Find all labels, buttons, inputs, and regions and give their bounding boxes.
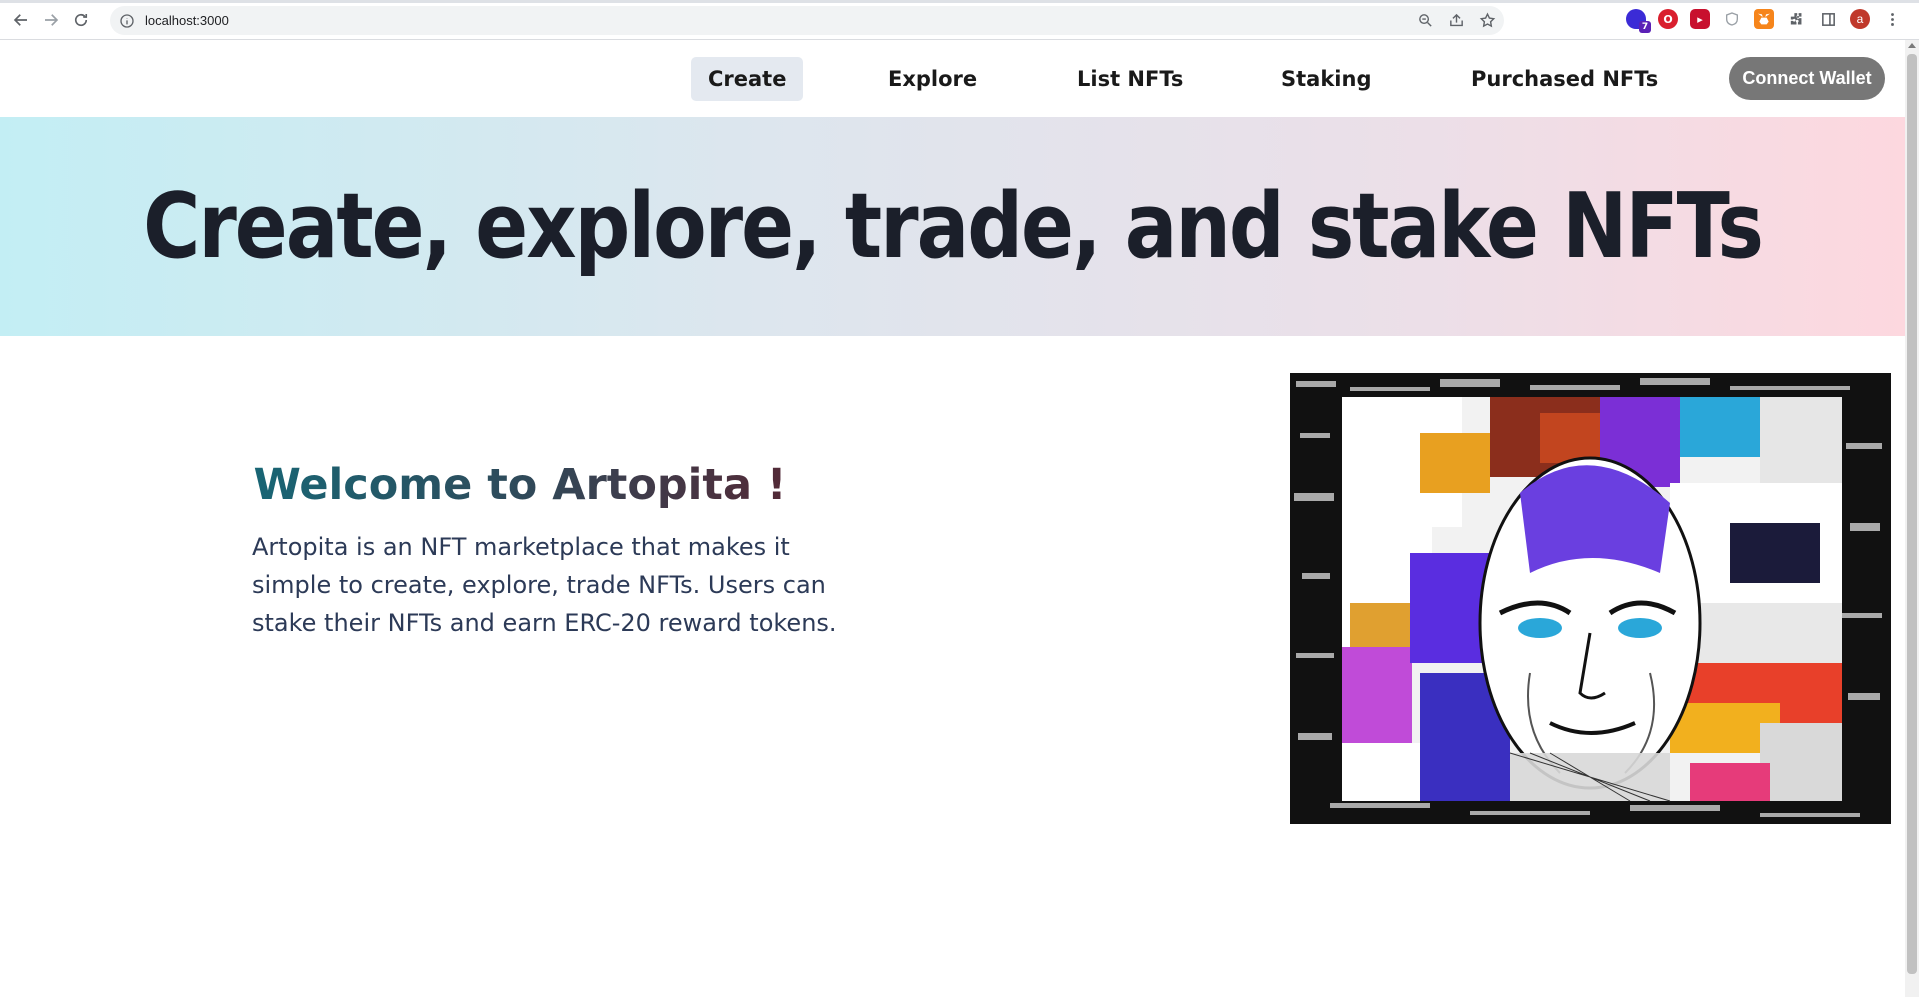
reload-button[interactable] [66,5,96,35]
shield-icon[interactable] [1722,9,1742,29]
address-bar[interactable]: localhost:3000 [110,6,1504,35]
video-extension-icon[interactable]: ▸ [1690,9,1710,29]
nav-list-nfts[interactable]: List NFTs [1060,57,1200,101]
puzzle-extensions-icon[interactable] [1786,9,1806,29]
forward-button[interactable] [36,5,66,35]
scrollbar-thumb[interactable] [1907,54,1917,974]
scroll-up-arrow[interactable] [1908,43,1916,48]
nav-create[interactable]: Create [691,57,804,101]
info-icon[interactable] [119,13,135,29]
site-navbar: Create Explore List NFTs Staking Purchas… [0,40,1905,117]
browser-toolbar: localhost:3000 7 O ▸ a [0,0,1919,40]
tab-strip-edge [0,0,1919,3]
reload-icon [74,13,88,26]
welcome-description: Artopita is an NFT marketplace that make… [252,533,837,637]
zoom-icon[interactable] [1417,12,1434,29]
connect-wallet-button[interactable]: Connect Wallet [1729,57,1885,100]
page-viewport: Create Explore List NFTs Staking Purchas… [0,40,1905,997]
share-icon[interactable] [1448,12,1465,29]
opera-extension-icon[interactable]: O [1658,9,1678,29]
nav-explore[interactable]: Explore [871,57,994,101]
arrow-left-icon [13,13,27,26]
nav-staking[interactable]: Staking [1264,57,1388,101]
side-panel-icon[interactable] [1818,9,1838,29]
nft-artwork-image [1290,373,1891,824]
profile-avatar[interactable]: a [1850,9,1870,29]
page-scrollbar[interactable] [1905,40,1919,997]
hero-title: Create, explore, trade, and stake NFTs [143,174,1764,279]
metamask-fox-icon[interactable] [1754,9,1774,29]
star-icon[interactable] [1479,12,1496,29]
welcome-title: Welcome to Artopita ! [200,460,840,510]
back-button[interactable] [6,5,36,35]
extension-badge-icon[interactable]: 7 [1626,9,1651,33]
url-text[interactable]: localhost:3000 [145,13,229,28]
nav-purchased-nfts[interactable]: Purchased NFTs [1454,57,1675,101]
extensions-bar: 7 O ▸ a [1626,9,1902,33]
artwork-svg [1290,373,1891,824]
arrow-right-icon [45,13,59,26]
hero-banner: Create, explore, trade, and stake NFTs [0,117,1905,336]
kebab-menu-icon[interactable] [1882,9,1902,29]
extension-badge-count: 7 [1639,21,1651,33]
